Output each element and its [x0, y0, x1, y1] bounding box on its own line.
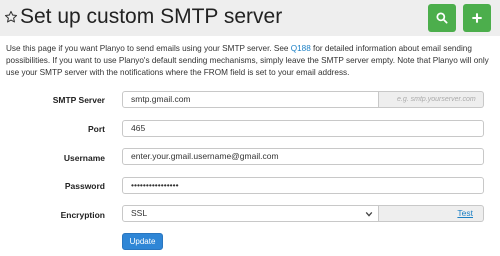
test-addon: Test	[379, 205, 484, 222]
star-icon[interactable]	[4, 10, 18, 24]
faq-link[interactable]: Q188	[291, 44, 311, 53]
intro-text-part: Use this page if you want Planyo to send…	[6, 44, 291, 53]
page-header: Set up custom SMTP server	[0, 0, 500, 36]
password-input[interactable]: ••••••••••••••••	[122, 177, 484, 194]
smtp-server-hint: e.g. smtp.yourserver.com	[379, 91, 484, 108]
username-label: Username	[63, 153, 105, 163]
search-button[interactable]	[428, 4, 456, 32]
smtp-server-input[interactable]: smtp.gmail.com	[122, 91, 379, 108]
smtp-server-label: SMTP Server	[52, 95, 105, 105]
plus-icon	[472, 13, 482, 23]
encryption-label: Encryption	[60, 210, 105, 220]
page-title: Set up custom SMTP server	[20, 5, 283, 28]
update-button[interactable]: Update	[122, 233, 163, 250]
chevron-down-icon	[365, 211, 373, 217]
encryption-value: SSL	[131, 208, 148, 218]
port-input[interactable]: 465	[122, 120, 484, 137]
test-link[interactable]: Test	[457, 208, 473, 218]
smtp-settings-page: Set up custom SMTP server Use this page …	[0, 0, 500, 256]
intro-text: Use this page if you want Planyo to send…	[6, 43, 496, 80]
password-label: Password	[64, 181, 105, 191]
username-input[interactable]: enter.your.gmail.username@gmail.com	[122, 148, 484, 165]
search-icon	[436, 12, 448, 24]
encryption-select[interactable]: SSL	[122, 205, 379, 222]
port-label: Port	[88, 124, 105, 134]
add-button[interactable]	[463, 4, 491, 32]
